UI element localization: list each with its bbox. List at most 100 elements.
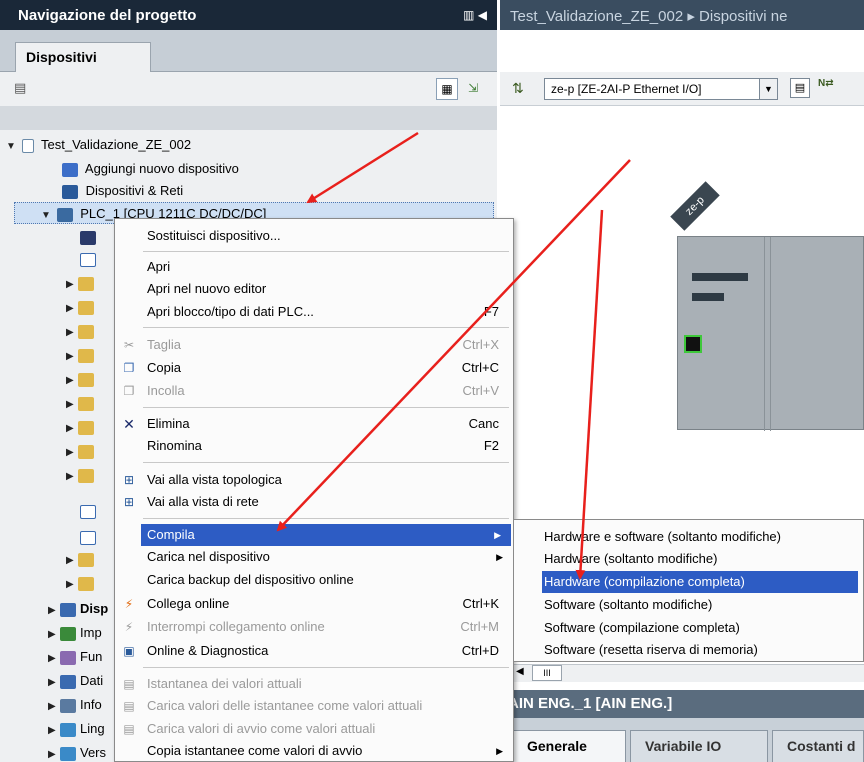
device-view-icon[interactable]: ⇅ [512, 80, 524, 97]
tree-child-folder[interactable]: ▶ [66, 440, 98, 462]
menu-item-snapshot[interactable]: ▤ Istantanea dei valori attuali [115, 673, 513, 695]
expand-icon[interactable]: ▶ [48, 672, 60, 694]
horizontal-scrollbar[interactable]: ◀ III [500, 664, 864, 682]
expand-icon[interactable]: ▶ [66, 394, 78, 416]
menu-item-go-online[interactable]: ⚡ Collega online Ctrl+K [115, 593, 513, 615]
menu-item-open-new-editor[interactable]: Apri nel nuovo editor [115, 278, 513, 300]
expand-icon[interactable]: ▼ [41, 205, 53, 227]
folder-icon [78, 576, 94, 591]
folder-icon [78, 276, 94, 291]
tree-child-icon[interactable] [80, 248, 100, 270]
tree-child-folder[interactable]: ▶ [66, 464, 98, 486]
menu-item-open[interactable]: Apri [115, 256, 513, 278]
scroll-thumb[interactable]: III [532, 665, 562, 681]
submenu-item-hw-changes[interactable]: Hardware (soltanto modifiche) [514, 548, 863, 570]
tab-constants[interactable]: Costanti d [772, 730, 864, 762]
tab-io-variables[interactable]: Variabile IO [630, 730, 768, 762]
menu-item-label: Rinomina [147, 438, 202, 453]
tree-item-bottom-2[interactable]: ▶ Fun [48, 646, 102, 668]
menu-item-compile[interactable]: Compila ▶ [141, 524, 511, 546]
tree-child-folder[interactable]: ▶ [66, 344, 98, 366]
menu-item-online-diagnostics[interactable]: ▣ Online & Diagnostica Ctrl+D [115, 640, 513, 662]
menu-item-open-block[interactable]: Apri blocco/tipo di dati PLC... F7 [115, 301, 513, 323]
tree-item-project[interactable]: ▼ Test_Validazione_ZE_002 [6, 134, 191, 156]
device-selector[interactable]: ze-p [ZE-2AI-P Ethernet I/O] ▼ [544, 78, 778, 100]
expand-icon[interactable]: ▶ [48, 696, 60, 718]
expand-icon[interactable]: ▶ [66, 418, 78, 440]
menu-item-cut[interactable]: ✂ Taglia Ctrl+X [115, 334, 513, 356]
submenu-item-sw-full[interactable]: Software (compilazione completa) [514, 617, 863, 639]
menu-item-copy[interactable]: ❐ Copia Ctrl+C [115, 357, 513, 379]
tree-child-icon[interactable] [80, 226, 100, 248]
menu-item-load-backup[interactable]: Carica backup del dispositivo online [115, 569, 513, 591]
submenu-item-label: Hardware (compilazione completa) [544, 574, 745, 589]
expand-icon[interactable]: ▶ [48, 648, 60, 670]
menu-item-load-start-values[interactable]: ▤ Carica valori di avvio come valori attu… [115, 718, 513, 740]
tree-item-devices-networks[interactable]: Dispositivi & Reti [62, 180, 183, 202]
functions-folder-icon [60, 650, 76, 665]
expand-icon[interactable]: ▶ [66, 574, 78, 596]
menu-item-paste[interactable]: ❐ Incolla Ctrl+V [115, 380, 513, 402]
menu-item-download[interactable]: Carica nel dispositivo ▶ [115, 546, 513, 568]
tree-child-folder[interactable]: ▶ [66, 320, 98, 342]
expand-icon[interactable]: ▶ [66, 274, 78, 296]
tree-child-folder[interactable]: ▶ [66, 272, 98, 294]
submenu-item-sw-changes[interactable]: Software (soltanto modifiche) [514, 594, 863, 616]
tree-item-bottom-1[interactable]: ▶ Imp [48, 622, 102, 644]
expand-icon[interactable]: ▶ [48, 720, 60, 742]
submenu-item-hw-sw-changes[interactable]: Hardware e software (soltanto modifiche) [514, 526, 863, 548]
chevron-down-icon[interactable]: ▼ [759, 79, 777, 99]
menu-item-rename[interactable]: Rinomina F2 [115, 435, 513, 457]
export-icon[interactable]: ⇲ [462, 78, 484, 100]
project-icon [21, 138, 34, 153]
menu-separator [143, 462, 509, 463]
menu-item-topology-view[interactable]: ⊞ Vai alla vista topologica [115, 469, 513, 491]
expand-icon[interactable]: ▶ [66, 322, 78, 344]
tree-child-folder[interactable]: ▶ [66, 368, 98, 390]
tab-general[interactable]: Generale [512, 730, 626, 762]
submenu-item-hw-full[interactable]: Hardware (compilazione completa) [542, 571, 858, 593]
tree-item-add-device[interactable]: Aggiungi nuovo dispositivo [62, 158, 239, 180]
panel-collapse-icon[interactable]: ▥ ◀ [463, 8, 487, 22]
menu-item-copy-snapshot[interactable]: Copia istantanee come valori di avvio ▶ [115, 740, 513, 762]
expand-icon[interactable]: ▶ [66, 466, 78, 488]
tree-item-bottom-5[interactable]: ▶ Ling [48, 718, 105, 740]
expand-icon[interactable]: ▶ [66, 442, 78, 464]
tree-item-bottom-4[interactable]: ▶ Info [48, 694, 102, 716]
tree-child-item[interactable] [80, 500, 100, 522]
rack-view-icon[interactable]: ▤ [790, 78, 810, 98]
expand-icon[interactable]: ▶ [66, 370, 78, 392]
menu-item-shortcut: Ctrl+D [461, 643, 499, 658]
scroll-left-icon[interactable]: ◀ [516, 666, 524, 677]
io-module-graphic[interactable] [677, 236, 864, 431]
tree-child-folder[interactable]: ▶ [66, 416, 98, 438]
tree-child-item[interactable] [80, 526, 100, 548]
expand-icon[interactable]: ▶ [48, 600, 60, 622]
new-item-icon[interactable]: ▤ [14, 80, 26, 96]
show-names-icon[interactable]: N⇄ [818, 78, 834, 89]
tab-devices[interactable]: Dispositivi [15, 42, 151, 72]
expand-icon[interactable]: ▼ [6, 136, 18, 158]
expand-icon[interactable]: ▶ [66, 346, 78, 368]
expand-icon[interactable]: ▶ [66, 298, 78, 320]
submenu-item-sw-reset-memory[interactable]: Software (resetta riserva di memoria) [514, 639, 863, 661]
nav-header-row [0, 106, 497, 130]
detail-view-icon[interactable]: ▦ [436, 78, 458, 100]
menu-item-go-offline[interactable]: ⚡ Interrompi collegamento online Ctrl+M [115, 616, 513, 638]
tree-child-folder[interactable]: ▶ [66, 392, 98, 414]
menu-item-load-snapshot[interactable]: ▤ Carica valori delle istantanee come val… [115, 695, 513, 717]
menu-item-network-view[interactable]: ⊞ Vai alla vista di rete [115, 491, 513, 513]
tree-child-folder[interactable]: ▶ [66, 548, 98, 570]
menu-item-delete[interactable]: ✕ Elimina Canc [115, 413, 513, 435]
tree-child-folder[interactable]: ▶ [66, 296, 98, 318]
tree-item-bottom-0[interactable]: ▶ Disp [48, 598, 108, 620]
tree-item-bottom-3[interactable]: ▶ Dati [48, 670, 103, 692]
expand-icon[interactable]: ▶ [66, 550, 78, 572]
expand-icon[interactable]: ▶ [48, 744, 60, 762]
tree-item-bottom-6[interactable]: ▶ Vers [48, 742, 106, 762]
tree-child-folder[interactable]: ▶ [66, 572, 98, 594]
ethernet-port-icon[interactable] [684, 335, 702, 353]
expand-icon[interactable]: ▶ [48, 624, 60, 646]
network-icon [62, 184, 78, 199]
menu-item-replace-device[interactable]: Sostituisci dispositivo... [115, 225, 513, 247]
